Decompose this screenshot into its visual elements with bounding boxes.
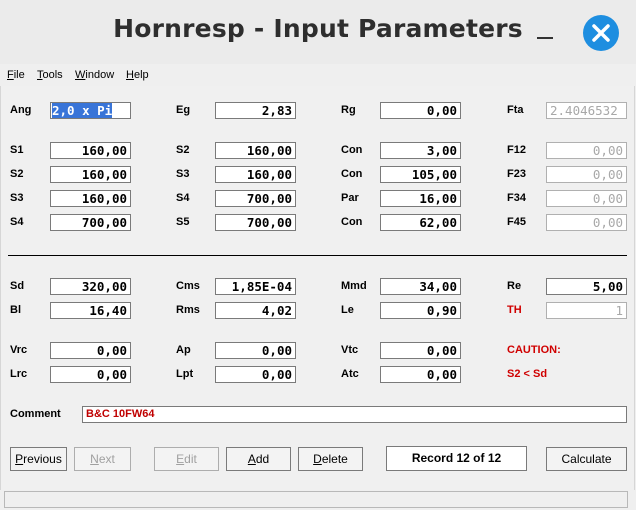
- s4-field[interactable]: 700,00: [50, 214, 131, 231]
- title-bar: Hornresp - Input Parameters: [0, 0, 636, 64]
- menu-file[interactable]: File: [7, 69, 25, 81]
- c2-s5-field[interactable]: 700,00: [215, 214, 296, 231]
- menu-window[interactable]: Window: [75, 69, 114, 81]
- s3-field[interactable]: 160,00: [50, 190, 131, 207]
- section-divider: [8, 255, 627, 256]
- cms-label: Cms: [176, 280, 200, 292]
- con3-label: Con: [341, 216, 363, 228]
- minimize-icon: [537, 37, 553, 39]
- f34-field: 0,00: [546, 190, 627, 207]
- eg-label: Eg: [176, 104, 191, 116]
- ap-label: Ap: [176, 344, 191, 356]
- s1-label: S1: [10, 144, 24, 156]
- re-field[interactable]: 5,00: [546, 278, 627, 295]
- sd-field[interactable]: 320,00: [50, 278, 131, 295]
- menu-help[interactable]: Help: [126, 69, 149, 81]
- s4-label: S4: [10, 216, 24, 228]
- con3-field[interactable]: 62,00: [380, 214, 461, 231]
- con2-field[interactable]: 105,00: [380, 166, 461, 183]
- lrc-field[interactable]: 0,00: [50, 366, 131, 383]
- th-field: 1: [546, 302, 627, 319]
- f23-field: 0,00: [546, 166, 627, 183]
- comment-field[interactable]: B&C 10FW64: [82, 406, 627, 423]
- par-field[interactable]: 16,00: [380, 190, 461, 207]
- close-button[interactable]: [583, 15, 619, 51]
- vrc-field[interactable]: 0,00: [50, 342, 131, 359]
- con2-label: Con: [341, 168, 363, 180]
- rg-field[interactable]: 0,00: [380, 102, 461, 119]
- previous-button[interactable]: Previous: [10, 447, 67, 471]
- c2-s2-label: S2: [176, 144, 190, 156]
- fta-label: Fta: [507, 104, 524, 116]
- close-icon: [592, 24, 610, 42]
- caution-title: CAUTION:: [507, 344, 561, 356]
- edit-button[interactable]: Edit: [154, 447, 219, 471]
- caution-message: S2 < Sd: [507, 368, 548, 380]
- lpt-label: Lpt: [176, 368, 194, 380]
- cms-field[interactable]: 1,85E-04: [215, 278, 296, 295]
- fta-field: 2.4046532: [546, 102, 627, 119]
- c2-s4-field[interactable]: 700,00: [215, 190, 296, 207]
- f12-field: 0,00: [546, 142, 627, 159]
- f45-field: 0,00: [546, 214, 627, 231]
- rms-label: Rms: [176, 304, 200, 316]
- c2-s3-field[interactable]: 160,00: [215, 166, 296, 183]
- c2-s4-label: S4: [176, 192, 190, 204]
- vtc-label: Vtc: [341, 344, 359, 356]
- calculate-button[interactable]: Calculate: [546, 447, 627, 471]
- vtc-field[interactable]: 0,00: [380, 342, 461, 359]
- menu-tools[interactable]: Tools: [37, 69, 63, 81]
- f45-label: F45: [507, 216, 526, 228]
- f23-label: F23: [507, 168, 526, 180]
- th-label: TH: [507, 304, 522, 316]
- ang-field[interactable]: 2,0 x Pi: [50, 102, 131, 119]
- par-label: Par: [341, 192, 359, 204]
- ang-value: 2,0 x Pi: [52, 103, 113, 118]
- le-field[interactable]: 0,90: [380, 302, 461, 319]
- rms-field[interactable]: 4,02: [215, 302, 296, 319]
- mmd-label: Mmd: [341, 280, 367, 292]
- c2-s5-label: S5: [176, 216, 190, 228]
- bl-label: Bl: [10, 304, 21, 316]
- record-indicator: Record 12 of 12: [386, 446, 527, 471]
- c2-s2-field[interactable]: 160,00: [215, 142, 296, 159]
- eg-field[interactable]: 2,83: [215, 102, 296, 119]
- add-button[interactable]: Add: [226, 447, 291, 471]
- con1-label: Con: [341, 144, 363, 156]
- s2-label: S2: [10, 168, 24, 180]
- vrc-label: Vrc: [10, 344, 28, 356]
- lpt-field[interactable]: 0,00: [215, 366, 296, 383]
- atc-field[interactable]: 0,00: [380, 366, 461, 383]
- le-label: Le: [341, 304, 354, 316]
- bl-field[interactable]: 16,40: [50, 302, 131, 319]
- menu-bar: File Tools Window Help: [0, 64, 636, 86]
- minimize-button[interactable]: [533, 20, 557, 44]
- rg-label: Rg: [341, 104, 356, 116]
- atc-label: Atc: [341, 368, 359, 380]
- lrc-label: Lrc: [10, 368, 28, 380]
- next-button[interactable]: Next: [74, 447, 131, 471]
- c2-s3-label: S3: [176, 168, 190, 180]
- delete-button[interactable]: Delete: [298, 447, 363, 471]
- s2-field[interactable]: 160,00: [50, 166, 131, 183]
- f34-label: F34: [507, 192, 526, 204]
- status-bar: [4, 491, 628, 508]
- mmd-field[interactable]: 34,00: [380, 278, 461, 295]
- s3-label: S3: [10, 192, 24, 204]
- re-label: Re: [507, 280, 522, 292]
- comment-label: Comment: [10, 408, 61, 420]
- ap-field[interactable]: 0,00: [215, 342, 296, 359]
- sd-label: Sd: [10, 280, 25, 292]
- ang-label: Ang: [10, 104, 32, 116]
- con1-field[interactable]: 3,00: [380, 142, 461, 159]
- f12-label: F12: [507, 144, 526, 156]
- s1-field[interactable]: 160,00: [50, 142, 131, 159]
